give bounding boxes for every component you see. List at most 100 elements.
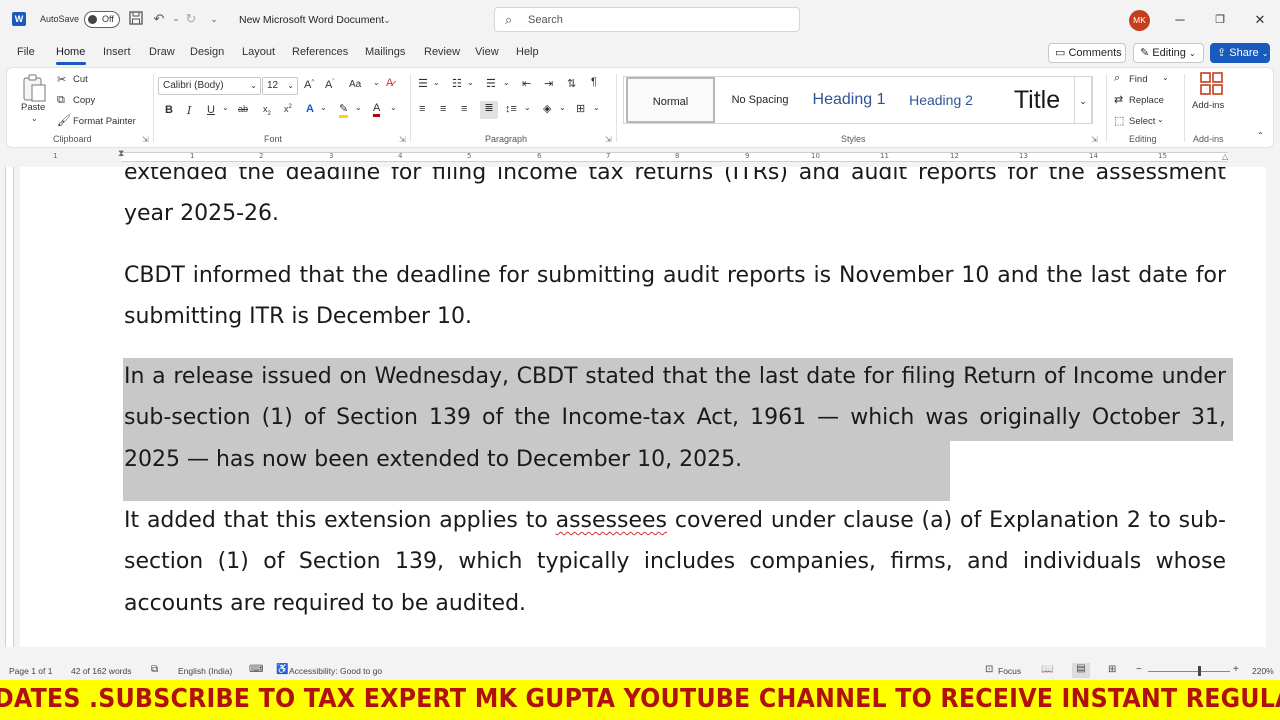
avatar[interactable]: MK [1129,10,1150,31]
clipboard-launcher-icon[interactable]: ⇲ [142,135,149,144]
zoom-slider[interactable] [1148,671,1230,672]
tab-design[interactable]: Design [190,46,224,58]
tab-help[interactable]: Help [516,46,539,58]
tab-draw[interactable]: Draw [149,46,175,58]
save-icon[interactable] [128,11,144,27]
style-heading-1[interactable]: Heading 1 [805,77,893,123]
read-mode-icon[interactable]: 📖 [1041,664,1053,675]
grow-font-icon[interactable]: A^ [304,79,314,91]
cut-button[interactable]: Cut [73,74,88,85]
decrease-indent-icon[interactable]: ⇤ [522,77,531,90]
page-count[interactable]: Page 1 of 1 [9,666,52,676]
paragraph-launcher-icon[interactable]: ⇲ [605,135,612,144]
borders-icon[interactable]: ⊞ [576,102,585,115]
chevron-down-icon[interactable]: ⌄ [433,78,440,87]
spelling-flagged-word[interactable]: assessees [556,508,667,533]
multilevel-list-icon[interactable]: ☴ [486,77,496,90]
line-spacing-icon[interactable]: ↕≡ [505,103,517,115]
addins-icon[interactable] [1200,72,1224,101]
tab-home[interactable]: Home [56,46,85,58]
right-indent-marker-icon[interactable]: △ [1222,152,1228,161]
bullets-icon[interactable]: ☰ [418,77,428,90]
find-button[interactable]: Find [1129,74,1147,85]
style-heading-2[interactable]: Heading 2 [898,77,984,123]
chevron-down-icon[interactable]: ⌄ [1157,115,1164,124]
replace-button[interactable]: Replace [1129,95,1164,106]
chevron-down-icon[interactable]: ⌄ [355,103,362,112]
sort-icon[interactable]: ⇅ [567,77,576,90]
italic-icon[interactable]: I [187,104,191,117]
chevron-down-icon[interactable]: ⌄ [373,78,380,87]
styles-more-icon[interactable]: ⌄ [1074,76,1092,124]
align-left-icon[interactable]: ≡ [419,103,425,115]
font-name-select[interactable]: Calibri (Body) ⌄ [158,77,261,95]
tab-review[interactable]: Review [424,46,460,58]
font-launcher-icon[interactable]: ⇲ [399,135,406,144]
bold-icon[interactable]: B [165,104,173,116]
zoom-in-icon[interactable]: + [1233,664,1239,675]
align-center-icon[interactable]: ≡ [440,103,446,115]
change-case-button[interactable]: Aa [349,79,361,90]
addins-button[interactable]: Add-ins [1192,100,1224,111]
web-layout-icon[interactable]: ⊞ [1108,664,1116,675]
word-count[interactable]: 42 of 162 words [71,666,131,676]
close-icon[interactable]: ✕ [1250,10,1270,30]
paragraph-4[interactable]: It added that this extension applies to … [124,500,1226,624]
print-layout-icon[interactable]: ▤ [1072,663,1090,678]
chevron-down-icon[interactable]: ⌄ [222,103,229,112]
chevron-down-icon[interactable]: ⌄ [524,103,531,112]
vertical-scrollbar[interactable] [1266,167,1280,647]
align-right-icon[interactable]: ≡ [461,103,467,115]
share-button[interactable]: ⇪ Share ⌄ [1210,43,1270,63]
tab-mailings[interactable]: Mailings [365,46,405,58]
minimize-icon[interactable]: ─ [1170,10,1190,30]
superscript-icon[interactable]: x2 [284,104,292,114]
format-painter-button[interactable]: Format Painter [73,116,136,127]
accessibility-status[interactable]: Accessibility: Good to go [289,666,382,676]
collapse-ribbon-icon[interactable]: ⌃ [1257,131,1264,140]
chevron-down-icon[interactable]: ⌄ [467,78,474,87]
comments-button[interactable]: ▭ Comments [1048,43,1126,63]
undo-dropdown-icon[interactable]: ⌄ [168,11,184,27]
shrink-font-icon[interactable]: Aˇ [325,79,334,91]
paste-icon[interactable] [21,74,47,102]
paragraph-2[interactable]: CBDT informed that the deadline for subm… [124,255,1226,338]
indent-marker-icon[interactable]: ⧗ [118,149,124,159]
text-predictions-icon[interactable]: ⌨ [249,664,263,675]
strikethrough-icon[interactable]: ab [238,104,248,114]
underline-icon[interactable]: U [207,104,215,116]
tab-insert[interactable]: Insert [103,46,131,58]
highlighter-icon[interactable]: ✎ [339,102,349,118]
subscript-icon[interactable]: x2 [263,104,271,117]
clear-formatting-icon[interactable]: A̷ [386,77,393,89]
zoom-out-icon[interactable]: − [1136,664,1142,675]
focus-button[interactable]: Focus [998,666,1021,676]
redo-icon[interactable]: ↻ [183,11,199,27]
autosave-toggle[interactable]: Off [84,11,120,28]
doc-title-chevron-icon[interactable]: ⌄ [379,12,395,28]
language-indicator[interactable]: English (India) [178,666,232,676]
style-normal[interactable]: Normal [626,77,715,123]
tab-file[interactable]: File [17,46,35,58]
editing-mode-button[interactable]: ✎ Editing ⌄ [1133,43,1204,63]
font-size-select[interactable]: 12 ⌄ [262,77,298,95]
zoom-slider-thumb[interactable] [1198,666,1201,676]
chevron-down-icon[interactable]: ⌄ [503,78,510,87]
select-button[interactable]: Select [1129,116,1155,127]
text-effects-icon[interactable]: A [306,103,314,115]
paragraph-3-selected[interactable]: In a release issued on Wednesday, CBDT s… [124,356,1226,480]
paragraph-1[interactable]: extended the deadline for filing income … [124,167,1226,235]
search-input[interactable]: ⌕ Search [494,7,800,32]
restore-icon[interactable]: ❐ [1210,10,1230,30]
chevron-down-icon[interactable]: ⌄ [1162,73,1169,82]
shading-icon[interactable]: ◈ [543,102,551,115]
zoom-level[interactable]: 220% [1252,666,1274,676]
chevron-down-icon[interactable]: ⌄ [593,103,600,112]
numbering-icon[interactable]: ☷ [452,77,462,90]
customize-quick-access-icon[interactable]: ⌄ [206,11,222,27]
increase-indent-icon[interactable]: ⇥ [544,77,553,90]
styles-launcher-icon[interactable]: ⇲ [1091,135,1098,144]
paste-dropdown-icon[interactable]: ⌄ [31,114,38,123]
chevron-down-icon[interactable]: ⌄ [559,103,566,112]
copy-button[interactable]: Copy [73,95,95,106]
